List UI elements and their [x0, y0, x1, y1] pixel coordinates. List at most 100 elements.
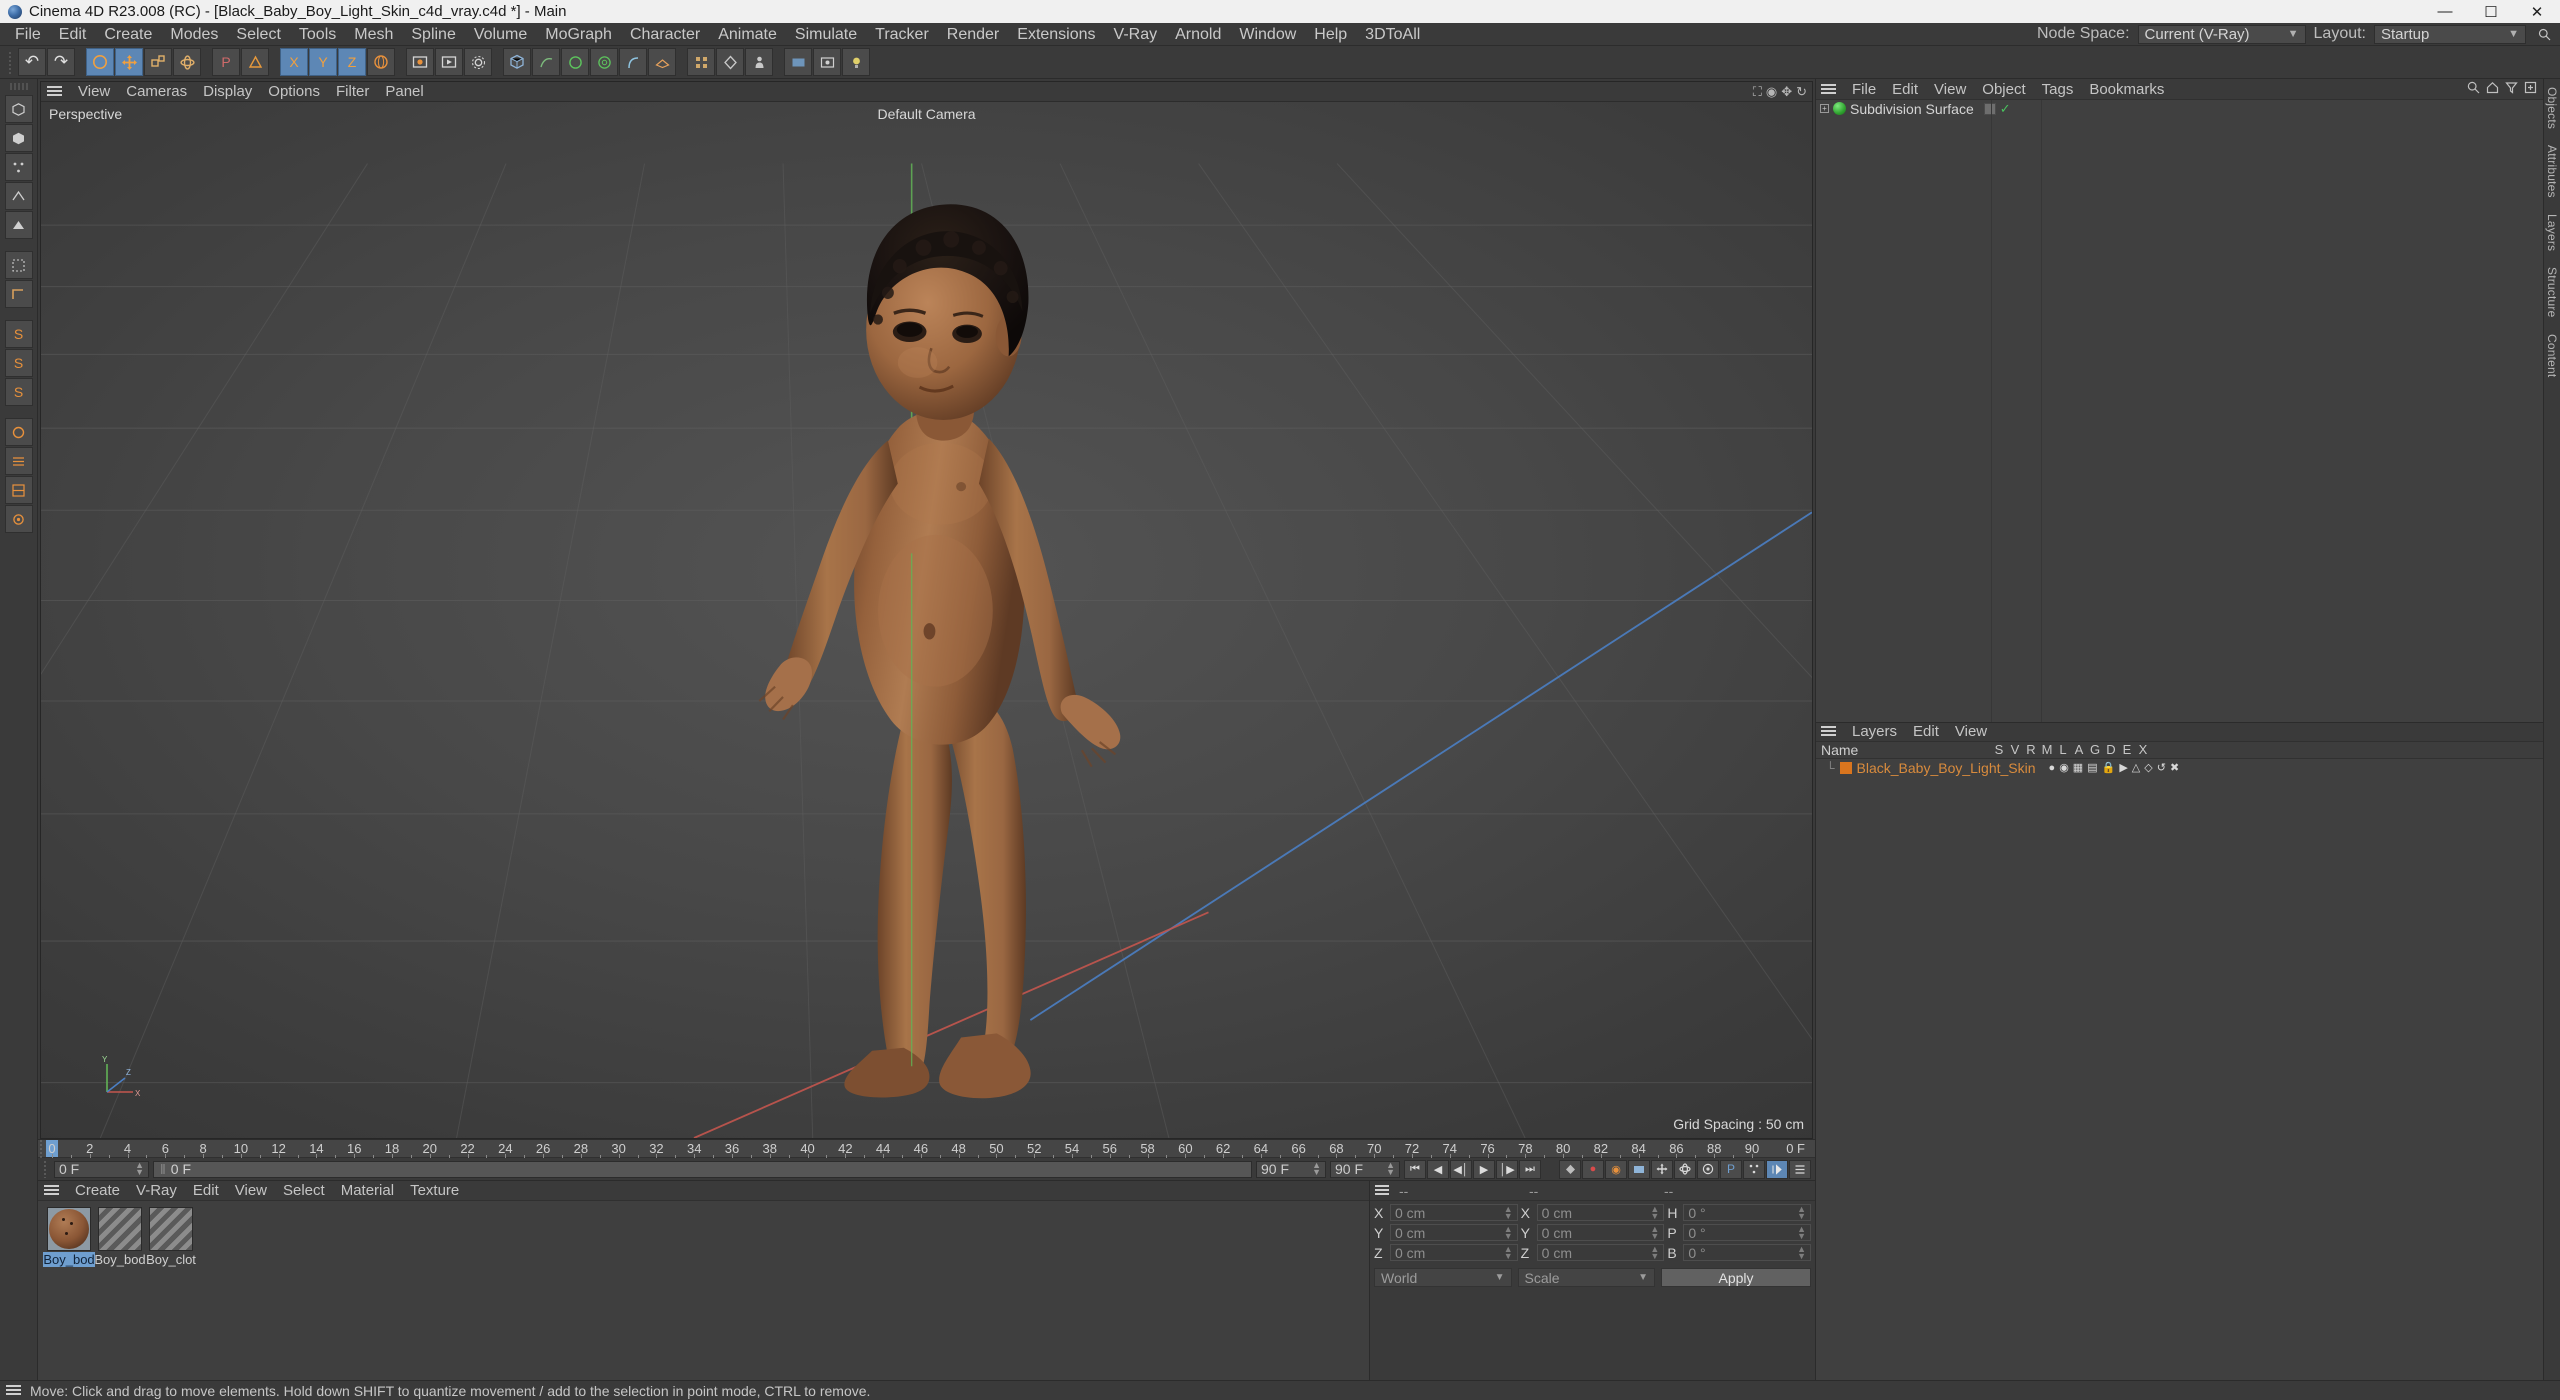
- position-key-button[interactable]: [1651, 1159, 1673, 1179]
- play-forwards-button[interactable]: ▶: [1473, 1159, 1495, 1179]
- material-menu-material[interactable]: Material: [333, 1181, 402, 1201]
- lock-icon[interactable]: 🔒: [2102, 761, 2116, 774]
- render-icon[interactable]: ▦: [2073, 761, 2083, 774]
- hamburger-icon[interactable]: [1375, 1185, 1389, 1196]
- mograph-cloner-button[interactable]: [687, 48, 715, 76]
- render-view-button[interactable]: [406, 48, 434, 76]
- playback-mode-button[interactable]: [1766, 1159, 1788, 1179]
- range-end-input[interactable]: 90 F ▲ ▼: [1330, 1160, 1400, 1178]
- hamburger-icon[interactable]: [1821, 726, 1836, 737]
- timeline-track[interactable]: 0 F 0 2 4 6 8 10 12 14 16 18 20 22 24 26 28 30 32 34 36 38 4…: [46, 1140, 1815, 1158]
- layer-menu-view[interactable]: View: [1947, 722, 1995, 742]
- go-to-start-button[interactable]: ⏮: [1404, 1159, 1426, 1179]
- menu-item-arnold[interactable]: Arnold: [1166, 23, 1230, 46]
- material-list[interactable]: Boy_bod Boy_bod Boy_clot: [38, 1201, 1369, 1380]
- undo-button[interactable]: ↶: [18, 48, 46, 76]
- bend-deformer-button[interactable]: [619, 48, 647, 76]
- material-item[interactable]: Boy_bod: [43, 1207, 95, 1267]
- view-icon[interactable]: ◉: [2059, 761, 2069, 774]
- layer-visibility-button[interactable]: [4, 447, 33, 475]
- material-menu-select[interactable]: Select: [275, 1181, 333, 1201]
- spinner-icon[interactable]: ▲ ▼: [135, 1161, 144, 1177]
- vray-light-button[interactable]: [842, 48, 870, 76]
- spinner-icon[interactable]: ▲ ▼: [1312, 1161, 1321, 1177]
- object-manager-tree[interactable]: + Subdivision Surface ✓: [1816, 100, 2543, 722]
- vtab-objects[interactable]: Objects: [2545, 87, 2559, 129]
- rotation-key-button[interactable]: [1674, 1159, 1696, 1179]
- viewport-3d-canvas[interactable]: Perspective Default Camera Grid Spacing …: [41, 102, 1812, 1138]
- viewport-menu-cameras[interactable]: Cameras: [118, 82, 195, 102]
- apply-button[interactable]: Apply: [1661, 1268, 1811, 1287]
- hamburger-icon[interactable]: [1821, 83, 1836, 95]
- rotate-tool[interactable]: [173, 48, 201, 76]
- object-menu-bookmarks[interactable]: Bookmarks: [2081, 79, 2172, 100]
- minimize-button[interactable]: —: [2422, 0, 2468, 23]
- material-item[interactable]: Boy_clot: [146, 1207, 196, 1267]
- menu-item-tools[interactable]: Tools: [290, 23, 345, 46]
- timeline-settings-button[interactable]: [1789, 1159, 1811, 1179]
- lock-z-axis[interactable]: Z: [338, 48, 366, 76]
- viewport-menu-options[interactable]: Options: [260, 82, 328, 102]
- vray-frame-buffer-button[interactable]: [813, 48, 841, 76]
- material-thumbnail[interactable]: [47, 1207, 91, 1251]
- viewport-menu-display[interactable]: Display: [195, 82, 260, 102]
- viewport-menu-filter[interactable]: Filter: [328, 82, 377, 102]
- workplane-lock-button[interactable]: S: [4, 378, 33, 406]
- animation-icon[interactable]: ▶: [2119, 761, 2127, 774]
- object-menu-file[interactable]: File: [1844, 79, 1884, 100]
- menu-item-animate[interactable]: Animate: [709, 23, 786, 46]
- menu-item-3dtoall[interactable]: 3DToAll: [1356, 23, 1429, 46]
- size-y-input[interactable]: 0 cm ▲ ▼: [1536, 1224, 1665, 1241]
- maximize-button[interactable]: ☐: [2468, 0, 2514, 23]
- layer-color-swatch[interactable]: [1839, 761, 1852, 774]
- object-row-subdivision-surface[interactable]: + Subdivision Surface ✓: [1816, 100, 2543, 117]
- menu-item-tracker[interactable]: Tracker: [866, 23, 938, 46]
- next-frame-button[interactable]: │▶: [1496, 1159, 1518, 1179]
- timeline-grip[interactable]: [38, 1140, 46, 1158]
- expand-icon[interactable]: +: [1820, 104, 1829, 113]
- layer-list[interactable]: └ Black_Baby_Boy_Light_Skin ● ◉ ▦ ▤ 🔒 ▶ …: [1816, 758, 2543, 1380]
- node-space-dropdown[interactable]: Current (V-Ray) ▼: [2137, 24, 2306, 44]
- material-label[interactable]: Boy_bod: [94, 1252, 145, 1267]
- menu-item-mograph[interactable]: MoGraph: [536, 23, 621, 46]
- object-menu-tags[interactable]: Tags: [2034, 79, 2082, 100]
- previous-frame-button[interactable]: ◀│: [1450, 1159, 1472, 1179]
- live-selection-tool[interactable]: [86, 48, 114, 76]
- rotation-p-input[interactable]: 0 ° ▲ ▼: [1683, 1224, 1812, 1241]
- rotation-b-input[interactable]: 0 ° ▲ ▼: [1683, 1244, 1812, 1261]
- world-axis-tool[interactable]: [241, 48, 269, 76]
- spinner-icon[interactable]: ▲ ▼: [1386, 1161, 1395, 1177]
- material-menu-texture[interactable]: Texture: [402, 1181, 467, 1201]
- floor-object-button[interactable]: [648, 48, 676, 76]
- hamburger-icon[interactable]: [47, 86, 62, 97]
- solo-icon[interactable]: ●: [2049, 762, 2056, 774]
- spinner-icon[interactable]: ▲ ▼: [1650, 1204, 1659, 1220]
- play-backwards-button[interactable]: ◀: [1427, 1159, 1449, 1179]
- scale-key-button[interactable]: [1697, 1159, 1719, 1179]
- vray-toolbar-button-1[interactable]: [784, 48, 812, 76]
- snap-settings-button[interactable]: S: [4, 320, 33, 348]
- spinner-icon[interactable]: ▲ ▼: [1650, 1224, 1659, 1240]
- phong-tag-icon[interactable]: [1983, 102, 1996, 115]
- material-item[interactable]: Boy_bod: [94, 1207, 146, 1267]
- lock-y-axis[interactable]: Y: [309, 48, 337, 76]
- autokeying-button[interactable]: ◉: [1605, 1159, 1627, 1179]
- search-icon[interactable]: [2534, 24, 2554, 44]
- toolbar-grip[interactable]: [7, 50, 14, 74]
- subdivision-surface-button[interactable]: [561, 48, 589, 76]
- position-z-input[interactable]: 0 cm ▲ ▼: [1390, 1244, 1518, 1261]
- material-thumbnail[interactable]: [98, 1207, 142, 1251]
- texture-mode-button[interactable]: [4, 124, 33, 152]
- parameter-key-button[interactable]: P: [1720, 1159, 1742, 1179]
- menu-item-file[interactable]: File: [6, 23, 50, 46]
- size-x-input[interactable]: 0 cm ▲ ▼: [1536, 1204, 1665, 1221]
- viewport-move-icon[interactable]: ✥: [1781, 84, 1792, 100]
- spinner-icon[interactable]: ▲ ▼: [1504, 1244, 1513, 1260]
- menu-item-create[interactable]: Create: [95, 23, 161, 46]
- polygons-mode-button[interactable]: [4, 211, 33, 239]
- rotation-h-input[interactable]: 0 ° ▲ ▼: [1683, 1204, 1812, 1221]
- layout-dropdown[interactable]: Startup ▼: [2374, 24, 2526, 44]
- viewport-menu-view[interactable]: View: [70, 82, 118, 102]
- workplane-button[interactable]: [4, 280, 33, 308]
- menu-item-vray[interactable]: V-Ray: [1105, 23, 1167, 46]
